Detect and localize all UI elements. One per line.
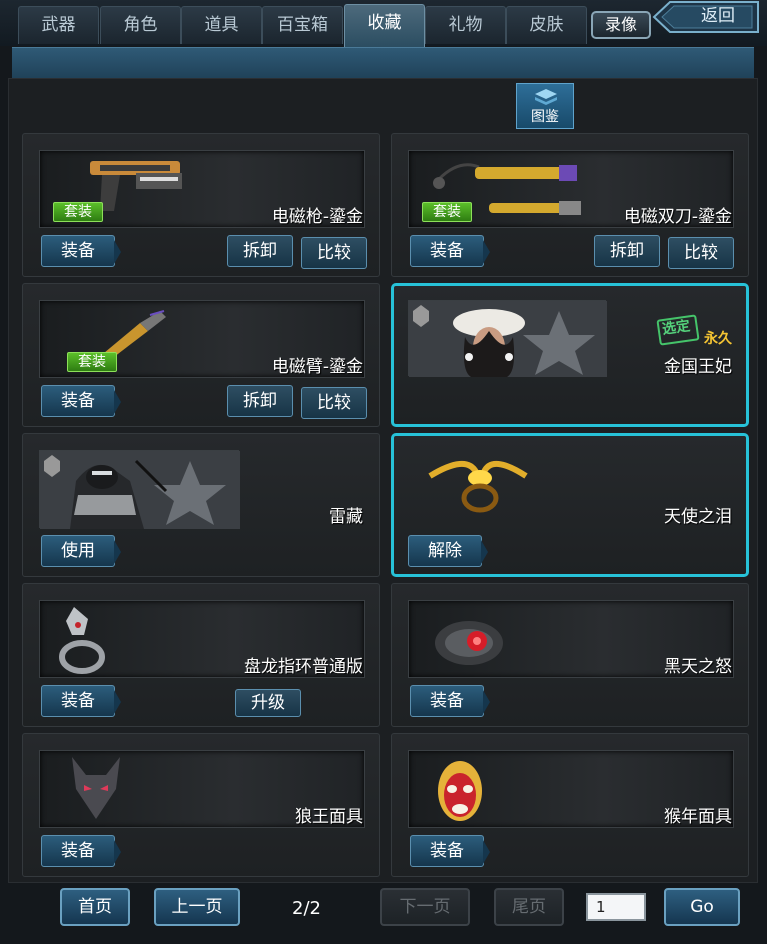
tab-gifts[interactable]: 礼物: [425, 6, 506, 44]
prev-page-button[interactable]: 上一页: [154, 888, 240, 926]
tab-weapons[interactable]: 武器: [18, 6, 99, 44]
book-stack-icon: [535, 89, 557, 105]
character-name: 金国王妃: [664, 357, 732, 377]
character-portrait: [39, 450, 240, 529]
item-name: 天使之泪: [664, 507, 732, 527]
collection-card-selected[interactable]: 选定 永久 金国王妃: [391, 283, 749, 427]
collection-card[interactable]: 狼王面具 装备: [22, 733, 380, 877]
disassemble-button[interactable]: 拆卸: [227, 385, 293, 417]
collection-card[interactable]: 套装 电磁双刀-鎏金 装备 拆卸 比较: [391, 133, 749, 277]
item-name: 盘龙指环普通版: [244, 657, 363, 677]
monkey-year-mask-icon: [438, 761, 482, 821]
item-name: 电磁双刀-鎏金: [623, 207, 732, 227]
wolf-king-mask-icon: [72, 757, 120, 819]
collection-card[interactable]: 雷藏 使用: [22, 433, 380, 577]
collection-card[interactable]: 套装 电磁枪-鎏金 装备 拆卸 比较: [22, 133, 380, 277]
next-page-button[interactable]: 下一页: [380, 888, 470, 926]
page-number-input[interactable]: [586, 893, 646, 921]
angel-tear-ring-icon: [428, 461, 528, 513]
item-name: 电磁臂-鎏金: [271, 357, 363, 377]
use-button[interactable]: 使用: [41, 535, 121, 567]
upgrade-button[interactable]: 升级: [235, 689, 301, 717]
duration-label: 永久: [704, 331, 732, 347]
dragon-ring-icon: [59, 607, 105, 674]
character-portrait-image: [40, 451, 240, 529]
tab-bar: 武器 角色 道具 百宝箱 收藏 礼物 皮肤 录像 返回: [0, 0, 767, 47]
character-portrait-image: [409, 301, 607, 377]
equip-button[interactable]: 装备: [41, 685, 121, 717]
item-name: 狼王面具: [295, 807, 363, 827]
tab-skins[interactable]: 皮肤: [506, 6, 587, 44]
first-page-button[interactable]: 首页: [60, 888, 130, 926]
equip-button[interactable]: 装备: [41, 385, 121, 417]
tab-characters[interactable]: 角色: [100, 6, 181, 44]
go-button[interactable]: Go: [664, 888, 740, 926]
character-name: 雷藏: [329, 507, 363, 527]
tab-treasure-box[interactable]: 百宝箱: [262, 6, 343, 44]
tab-collection[interactable]: 收藏: [344, 4, 425, 47]
last-page-button[interactable]: 尾页: [494, 888, 564, 926]
disassemble-button[interactable]: 拆卸: [227, 235, 293, 267]
sub-header-bar: [12, 47, 754, 79]
compare-button[interactable]: 比较: [301, 387, 367, 419]
disassemble-button[interactable]: 拆卸: [594, 235, 660, 267]
compare-button[interactable]: 比较: [668, 237, 734, 269]
page-status: 2/2: [292, 898, 321, 919]
electromagnetic-arm-icon: [104, 310, 166, 357]
item-name: 猴年面具: [664, 807, 732, 827]
collection-card[interactable]: 猴年面具 装备: [391, 733, 749, 877]
collection-card-selected[interactable]: 天使之泪 解除: [391, 433, 749, 577]
item-name: 电磁枪-鎏金: [271, 207, 363, 227]
character-portrait: [408, 300, 607, 377]
compare-button[interactable]: 比较: [301, 237, 367, 269]
collection-card[interactable]: 套装 电磁臂-鎏金 装备 拆卸 比较: [22, 283, 380, 427]
atlas-label: 图鉴: [531, 109, 559, 125]
back-button[interactable]: 返回: [652, 0, 760, 34]
equip-button[interactable]: 装备: [410, 235, 490, 267]
collection-card[interactable]: 盘龙指环普通版 装备 升级: [22, 583, 380, 727]
equip-button[interactable]: 装备: [41, 835, 121, 867]
suit-badge: 套装: [422, 202, 472, 222]
suit-badge: 套装: [53, 202, 103, 222]
equip-button[interactable]: 装备: [410, 835, 490, 867]
dark-wrath-ring-icon: [435, 621, 503, 665]
record-button[interactable]: 录像: [591, 11, 651, 39]
unequip-button[interactable]: 解除: [408, 535, 488, 567]
equip-button[interactable]: 装备: [41, 235, 121, 267]
tab-items[interactable]: 道具: [181, 6, 262, 44]
back-label: 返回: [701, 6, 735, 26]
suit-badge: 套装: [67, 352, 117, 372]
atlas-button[interactable]: 图鉴: [516, 83, 574, 129]
equip-button[interactable]: 装备: [410, 685, 490, 717]
item-name: 黑天之怒: [664, 657, 732, 677]
selected-stamp-text: 选定: [661, 318, 692, 338]
collection-card[interactable]: 黑天之怒 装备: [391, 583, 749, 727]
